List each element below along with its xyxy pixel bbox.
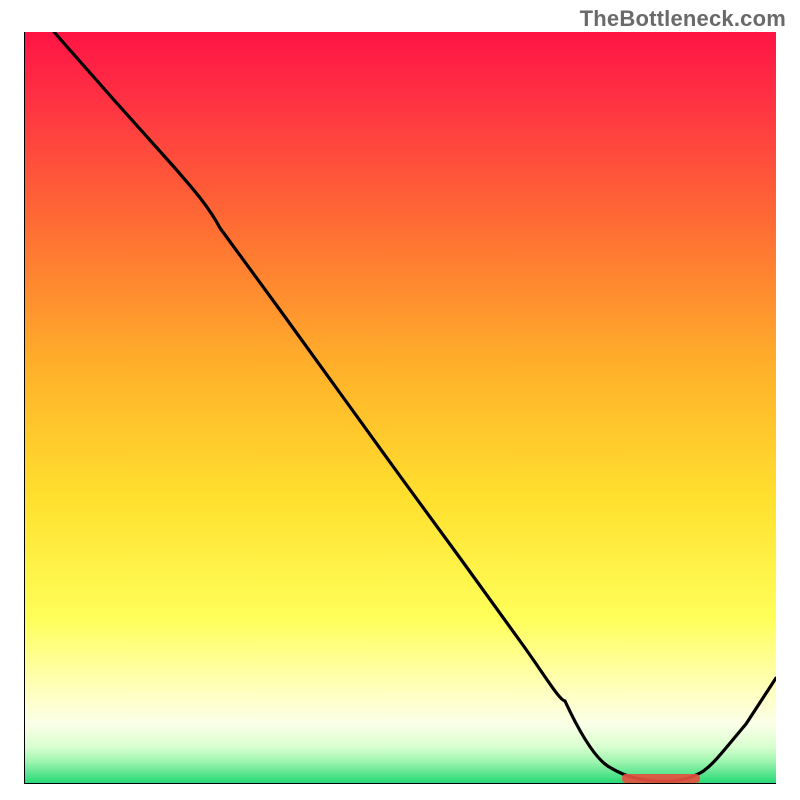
watermark-text: TheBottleneck.com (580, 6, 786, 32)
plot-area (24, 32, 776, 784)
gradient-background (24, 32, 776, 784)
chart-svg (24, 32, 776, 784)
optimal-marker (622, 774, 700, 783)
chart-frame: TheBottleneck.com (0, 0, 800, 800)
